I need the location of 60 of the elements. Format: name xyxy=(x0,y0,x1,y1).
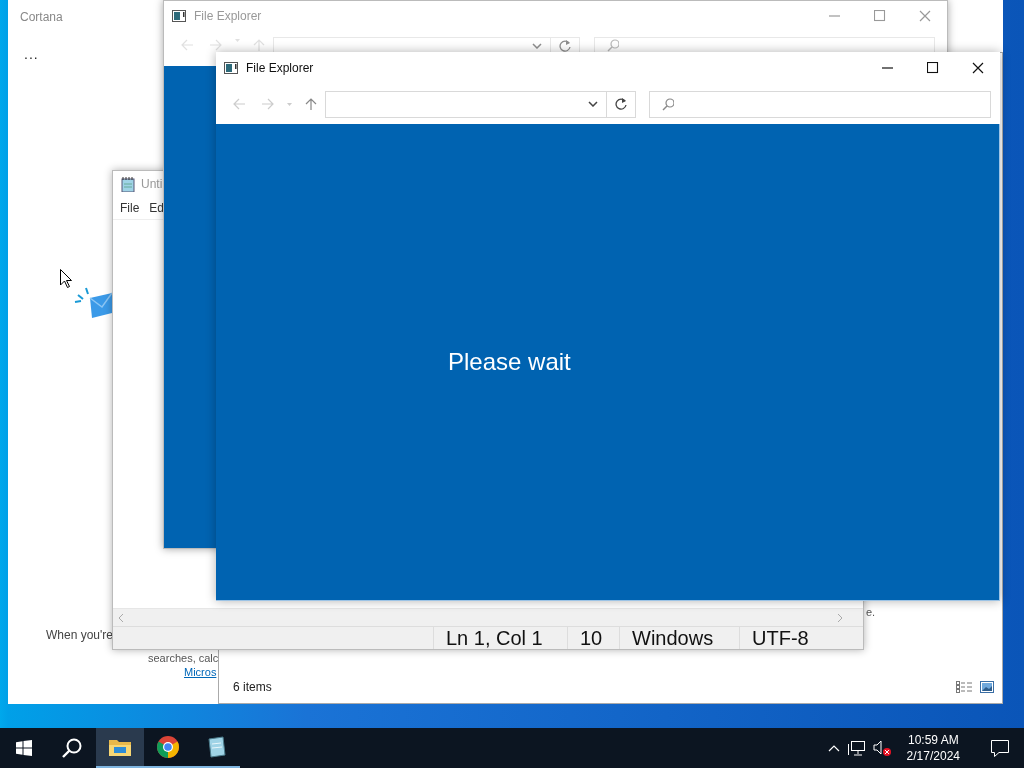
search-icon xyxy=(662,97,674,111)
chevron-up-icon[interactable] xyxy=(827,744,840,752)
envelope-icon xyxy=(74,286,112,320)
horizontal-scrollbar[interactable] xyxy=(113,608,863,627)
app-icon xyxy=(172,9,186,23)
message-text: e. xyxy=(866,606,876,618)
scroll-right-icon[interactable] xyxy=(838,613,843,622)
refresh-icon xyxy=(615,98,627,110)
windows-logo-icon xyxy=(16,740,32,756)
search-icon xyxy=(607,39,619,52)
privacy-link[interactable]: Micros xyxy=(184,666,217,678)
window-title: Unti xyxy=(141,177,163,191)
status-text: 10 xyxy=(567,627,619,649)
status-text: UTF-8 xyxy=(739,627,829,649)
maximize-icon xyxy=(926,62,939,74)
caret-icon xyxy=(286,102,292,106)
close-icon xyxy=(918,10,931,22)
muted-speaker-icon[interactable] xyxy=(872,740,891,756)
loading-message: Please wait xyxy=(448,348,571,376)
notepad-icon xyxy=(121,176,135,192)
refresh-icon xyxy=(559,39,571,52)
status-text: Ln 1, Col 1 xyxy=(433,627,567,649)
search-field[interactable] xyxy=(649,90,991,118)
chevron-down-icon xyxy=(588,101,598,107)
network-icon[interactable] xyxy=(847,740,865,756)
taskbar-app-button[interactable] xyxy=(96,728,144,768)
details-view-icon[interactable] xyxy=(956,681,972,693)
clock[interactable]: 10:59 AM 2/17/2024 xyxy=(898,732,968,764)
search-icon xyxy=(62,738,82,758)
panel-title: Cortana xyxy=(20,10,63,24)
message-text: searches, calc xyxy=(148,652,219,664)
close-icon xyxy=(971,62,984,74)
speech-bubble-icon xyxy=(991,739,1009,757)
back-arrow-icon xyxy=(180,39,193,51)
up-arrow-icon xyxy=(304,97,317,111)
forward-arrow-icon xyxy=(261,98,274,110)
large-icons-view-icon[interactable] xyxy=(980,681,994,693)
window-title: File Explorer xyxy=(246,61,314,75)
forward-arrow-icon xyxy=(209,39,222,51)
window-title: File Explorer xyxy=(194,9,262,23)
more-button[interactable]: ... xyxy=(24,46,39,62)
refresh-button[interactable] xyxy=(607,90,636,118)
clock-time: 10:59 AM xyxy=(907,732,959,748)
menu-item[interactable]: Ed xyxy=(149,201,165,215)
chevron-down-icon xyxy=(532,42,542,49)
status-text: Windows xyxy=(619,627,739,649)
status-text: 6 items xyxy=(233,680,272,694)
maximize-icon xyxy=(873,10,886,22)
folder-icon xyxy=(109,738,131,756)
browser-icon xyxy=(156,735,180,759)
address-field[interactable] xyxy=(325,90,607,118)
scroll-left-icon[interactable] xyxy=(118,613,123,622)
clock-date: 2/17/2024 xyxy=(906,748,960,764)
back-arrow-icon xyxy=(232,98,245,110)
app-icon xyxy=(224,61,238,75)
up-arrow-icon xyxy=(252,39,265,52)
cursor-icon xyxy=(60,269,72,288)
notepad-icon xyxy=(205,736,227,758)
message-text: When you're xyxy=(46,628,113,642)
menu-item[interactable]: File xyxy=(120,201,140,215)
